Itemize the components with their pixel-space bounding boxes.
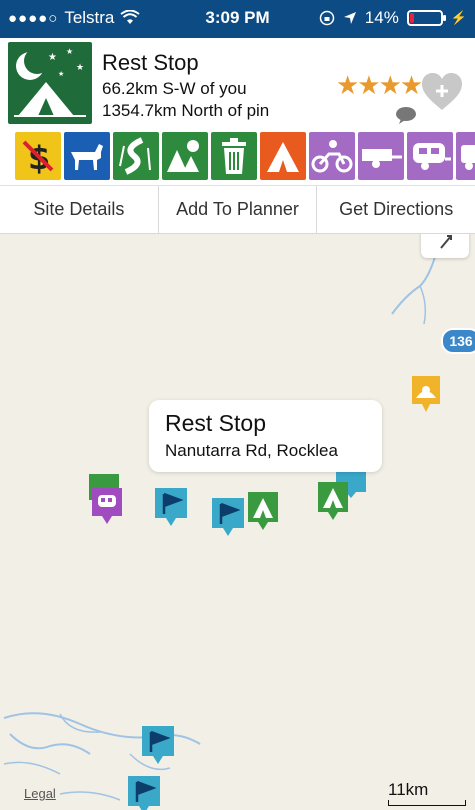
battery-fill: [409, 13, 414, 23]
rest-area-pin-icon[interactable]: [153, 486, 189, 528]
camping-pin-icon[interactable]: [316, 480, 350, 522]
road-shield: 136: [441, 328, 475, 354]
amenity-icons-row[interactable]: $: [0, 128, 475, 186]
site-title: Rest Stop: [102, 50, 199, 75]
compass-button[interactable]: [421, 234, 469, 258]
scenic-road-icon[interactable]: [113, 132, 159, 180]
rest-area-pin-icon[interactable]: [140, 724, 176, 766]
bush-camping-icon[interactable]: [162, 132, 208, 180]
callout-address: Nanutarra Rd, Rocklea: [165, 441, 338, 460]
charging-icon: ⚡: [450, 10, 467, 25]
rest-area-pin-icon[interactable]: [126, 774, 162, 810]
bin-icon[interactable]: [211, 132, 257, 180]
scenic-lookout-pin-icon[interactable]: [410, 374, 442, 414]
favorite-heart-icon[interactable]: [420, 72, 464, 112]
rest-area-pin-icon[interactable]: [210, 496, 246, 538]
distance-from-pin: 1354.7km North of pin: [102, 101, 270, 120]
status-right: 14% ⚡: [319, 8, 467, 28]
site-header[interactable]: ★ ★ ★ ★ Rest Stop 66.2km S-W of you 1354…: [0, 38, 475, 128]
svg-text:★: ★: [76, 63, 84, 73]
map-callout[interactable]: Rest Stop Nanutarra Rd, Rocklea: [149, 400, 382, 472]
map-view[interactable]: 136 Rest Stop Nanutarra Rd, Rocklea Lega…: [0, 234, 475, 810]
distance-from-user: 66.2km S-W of you: [102, 79, 247, 98]
comment-icon[interactable]: [395, 106, 417, 124]
legal-link[interactable]: Legal: [24, 786, 56, 801]
caravan-icon[interactable]: [407, 132, 453, 180]
battery-icon: [406, 10, 446, 26]
status-bar: ●●●●○ Telstra 3:09 PM 14% ⚡: [0, 0, 475, 38]
tent-icon[interactable]: [260, 132, 306, 180]
campsite-logo-icon: ★ ★ ★ ★: [8, 42, 92, 124]
no-fee-icon[interactable]: $: [15, 132, 61, 180]
tab-add-to-planner[interactable]: Add To Planner: [159, 186, 318, 233]
tab-site-details[interactable]: Site Details: [0, 186, 159, 233]
svg-text:★: ★: [48, 52, 57, 63]
svg-text:★: ★: [58, 70, 64, 78]
action-tabs: Site Details Add To Planner Get Directio…: [0, 186, 475, 234]
callout-title: Rest Stop: [165, 410, 266, 436]
scale-label: 11km: [388, 780, 429, 799]
rotation-lock-icon: [319, 10, 335, 26]
scale-bar: [388, 800, 466, 806]
rating-stars[interactable]: ★★★★: [336, 70, 423, 101]
location-arrow-icon: [343, 12, 356, 24]
trailer-icon[interactable]: [358, 132, 404, 180]
dog-icon[interactable]: [64, 132, 110, 180]
caravan-park-pin-icon[interactable]: [90, 486, 124, 526]
svg-text:★: ★: [66, 47, 73, 56]
motorbike-icon[interactable]: [309, 132, 355, 180]
motorhome-icon[interactable]: [456, 132, 475, 180]
tab-get-directions[interactable]: Get Directions: [317, 186, 475, 233]
selected-camping-pin-icon[interactable]: [246, 490, 280, 532]
battery-percent: 14%: [364, 8, 399, 27]
